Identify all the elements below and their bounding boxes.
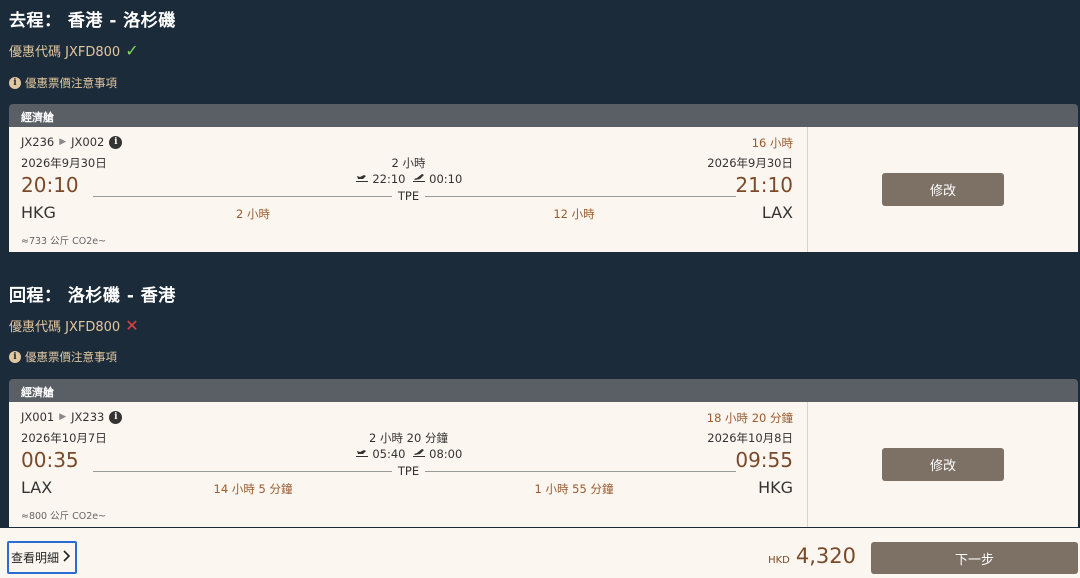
- stopover-arrival-time: 22:10: [372, 172, 406, 186]
- arrow-right-icon: ▶: [59, 137, 67, 147]
- chevron-right-icon: [63, 550, 71, 565]
- price-amount: 4,320: [795, 544, 856, 568]
- outbound-flight-numbers: JX236 ▶ JX002 i: [21, 135, 123, 149]
- cross-icon: ✕: [125, 316, 139, 335]
- inbound-promo-label: 優惠代碼 JXFD800: [9, 320, 121, 335]
- currency: HKD: [768, 555, 790, 566]
- stopover-airport: TPE: [391, 464, 426, 478]
- inbound-flight-card: 經濟艙 JX001 ▶ JX233 i 18 小時 20 分鐘 2026年10月…: [9, 379, 1078, 527]
- flight-number: JX236: [21, 135, 55, 149]
- segment2-duration: 1 小時 55 分鐘: [534, 482, 614, 496]
- inbound-flight-details: JX001 ▶ JX233 i 18 小時 20 分鐘 2026年10月7日 2…: [9, 402, 808, 527]
- arrow-right-icon: ▶: [59, 412, 67, 422]
- stopover-airport: TPE: [391, 189, 426, 203]
- outbound-total-duration: 16 小時: [751, 136, 793, 150]
- inbound-notice-label: 優惠票價注意事項: [25, 350, 117, 364]
- outbound-arrival-date: 2026年9月30日: [707, 156, 793, 170]
- inbound-arrival-airport: HKG: [758, 478, 793, 497]
- info-icon: i: [9, 77, 21, 89]
- stopover-departure-time: 08:00: [429, 447, 463, 461]
- outbound-promo: 優惠代碼 JXFD800 ✓: [9, 41, 139, 60]
- inbound-cabin: 經濟艙: [9, 379, 1078, 402]
- info-icon: i: [9, 351, 21, 363]
- flight-number: JX001: [21, 410, 55, 424]
- flight-number: JX002: [71, 135, 105, 149]
- footer-bar: 查看明細 HKD 4,320 下一步: [0, 528, 1080, 578]
- view-details-label: 查看明細: [11, 551, 60, 565]
- inbound-edit-button[interactable]: 修改: [882, 448, 1004, 481]
- flight-number: JX233: [71, 410, 105, 424]
- inbound-promo: 優惠代碼 JXFD800 ✕: [9, 316, 139, 335]
- outbound-notice-label: 優惠票價注意事項: [25, 76, 117, 90]
- outbound-cabin: 經濟艙: [9, 104, 1078, 127]
- inbound-fare-notice-link[interactable]: i 優惠票價注意事項: [9, 349, 117, 365]
- outbound-flight-details: JX236 ▶ JX002 i 16 小時 2026年9月30日 2 小時 20…: [9, 127, 808, 252]
- stopover-departure-time: 00:10: [429, 172, 463, 186]
- outbound-title: 去程： 香港 - 洛杉磯: [9, 11, 176, 31]
- view-details-button[interactable]: 查看明細: [7, 541, 78, 574]
- outbound-layover-duration: 2 小時: [391, 156, 426, 170]
- inbound-stopover-times: 05:40 08:00: [9, 447, 808, 461]
- outbound-fare-notice-link[interactable]: i 優惠票價注意事項: [9, 75, 117, 91]
- landing-icon: [355, 172, 373, 186]
- takeoff-icon: [412, 172, 430, 186]
- inbound-layover-duration: 2 小時 20 分鐘: [369, 431, 448, 445]
- flight-info-icon[interactable]: i: [109, 410, 123, 424]
- inbound-co2: ≈800 公斤 CO2e~: [21, 511, 107, 522]
- total-price: HKD 4,320: [768, 544, 856, 568]
- inbound-total-duration: 18 小時 20 分鐘: [706, 411, 793, 425]
- inbound-title: 回程： 洛杉磯 - 香港: [9, 286, 176, 306]
- outbound-edit-button[interactable]: 修改: [882, 173, 1004, 206]
- flight-info-icon[interactable]: i: [109, 135, 123, 149]
- landing-icon: [355, 447, 373, 461]
- outbound-co2: ≈733 公斤 CO2e~: [21, 236, 107, 247]
- outbound-flight-card: 經濟艙 JX236 ▶ JX002 i 16 小時 2026年9月30日 2 小…: [9, 104, 1078, 252]
- check-icon: ✓: [125, 41, 139, 60]
- segment2-duration: 12 小時: [553, 207, 595, 221]
- stopover-arrival-time: 05:40: [372, 447, 406, 461]
- outbound-promo-label: 優惠代碼 JXFD800: [9, 45, 121, 60]
- next-step-button[interactable]: 下一步: [871, 542, 1078, 574]
- inbound-arrival-date: 2026年10月8日: [707, 431, 793, 445]
- inbound-flight-numbers: JX001 ▶ JX233 i: [21, 410, 123, 424]
- outbound-arrival-airport: LAX: [761, 203, 793, 222]
- outbound-stopover-times: 22:10 00:10: [9, 172, 808, 186]
- takeoff-icon: [412, 447, 430, 461]
